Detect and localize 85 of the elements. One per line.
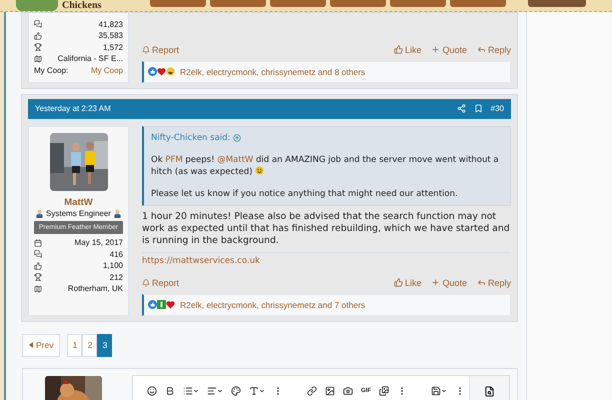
signature-link[interactable]: https://mattwservices.co.uk (142, 256, 511, 266)
mention-link[interactable]: @MattW (217, 154, 254, 164)
images-icon (379, 386, 389, 396)
page-button[interactable]: 2 (82, 334, 98, 356)
stat-value: California - SF E... (58, 54, 123, 64)
laughing-face-icon (166, 67, 175, 76)
text-size-icon (249, 386, 259, 396)
image-icon (325, 386, 335, 396)
reactions-link[interactable]: R2elk, electrycmonk, chrissynemetz and 8 others (180, 66, 366, 76)
person-at-laptop-icon (112, 208, 122, 218)
list-icon (183, 386, 193, 396)
prev-page-button[interactable]: Prev (22, 334, 60, 356)
post-text: 1 hour 20 minutes! Please also be advised that the search function may not work as expected until that has finished rebuilding, which we have started and is running in the background. (142, 210, 511, 252)
trophy-icon (34, 43, 42, 52)
location-icon (34, 284, 42, 293)
post-number[interactable]: #30 (490, 104, 504, 113)
stat-value: 1,100 (102, 261, 123, 270)
preview-button[interactable] (469, 376, 509, 400)
link-icon (307, 386, 317, 396)
palette-icon (231, 386, 241, 396)
stat-value: 35,583 (98, 31, 123, 40)
share-icon[interactable] (456, 104, 466, 113)
plus-icon (431, 278, 440, 287)
post-time[interactable]: Yesterday at 2:23 AM (35, 104, 449, 113)
caret-icon (193, 388, 199, 394)
quote-author-link[interactable]: Nifty-Chicken said: (151, 132, 503, 144)
pfm-link[interactable]: PFM (165, 154, 183, 164)
heart-icon (166, 300, 175, 309)
reply-link[interactable]: Reply (476, 44, 511, 54)
stat-value: 1,572 (102, 42, 123, 52)
stat-value: 41,823 (98, 20, 123, 29)
exclamation-icon (157, 300, 166, 309)
heart-icon (157, 67, 166, 76)
caret-icon (259, 388, 265, 394)
stat-value: 416 (110, 250, 123, 259)
plus-icon (431, 45, 440, 54)
person-at-laptop-icon (35, 208, 44, 218)
logo-icon (16, 0, 58, 11)
user-title: Systems Engineer (46, 208, 111, 218)
reply-link[interactable]: Reply (476, 278, 511, 288)
thumbs-up-icon (148, 300, 157, 309)
reply-icon (476, 278, 486, 287)
page-button[interactable]: 1 (67, 334, 82, 356)
bold-icon (165, 386, 175, 396)
username[interactable]: MattW (34, 196, 123, 208)
likes-icon (34, 262, 42, 270)
caret-icon (217, 388, 223, 394)
reactions-link[interactable]: R2elk, electrycmonk, chrissynemetz and 7 others (180, 300, 366, 310)
report-link[interactable]: Report (142, 44, 180, 54)
like-link[interactable]: Like (394, 44, 422, 54)
report-link[interactable]: Report (142, 278, 180, 288)
bell-icon (142, 46, 150, 54)
quote-link[interactable]: Quote (431, 278, 467, 288)
quote-link[interactable]: Quote (431, 44, 467, 54)
like-link[interactable]: Like (394, 278, 422, 288)
smiley-icon (147, 386, 157, 396)
stat-value: Rotherham, UK (68, 284, 123, 294)
messages-icon (34, 250, 42, 258)
caret-icon (29, 342, 33, 348)
quote-text: Ok PFM peeps! @MattW did an AMAZING job and the server move went without a hitch (as was expected) (151, 154, 500, 178)
logo-text[interactable]: Chickens (62, 0, 146, 11)
bookmark-icon[interactable] (474, 104, 483, 113)
messages-icon (34, 20, 42, 28)
trophy-icon (34, 273, 42, 282)
thumbs-up-icon (394, 278, 403, 287)
arrow-up-icon (233, 134, 242, 142)
stat-value: May 15, 2017 (74, 238, 123, 248)
location-icon (34, 54, 42, 63)
save-icon (431, 386, 441, 396)
thumbs-up-icon (148, 67, 157, 76)
camera-icon (343, 386, 353, 396)
smiley-icon (255, 166, 264, 174)
page-button[interactable]: 3 (97, 334, 112, 356)
quote-text: Please let us know if you notice anything that might need our attention. (151, 188, 459, 200)
caret-icon (441, 388, 447, 394)
align-left-icon (207, 386, 217, 396)
file-search-icon (484, 386, 495, 396)
stat-value: 212 (110, 272, 123, 282)
thumbs-up-icon (394, 45, 403, 54)
coop-label: My Coop: (34, 66, 68, 75)
bell-icon (142, 278, 150, 286)
reply-icon (476, 45, 486, 54)
calendar-icon (34, 238, 42, 247)
coop-link[interactable]: My Coop (90, 66, 123, 75)
likes-icon (34, 32, 42, 40)
